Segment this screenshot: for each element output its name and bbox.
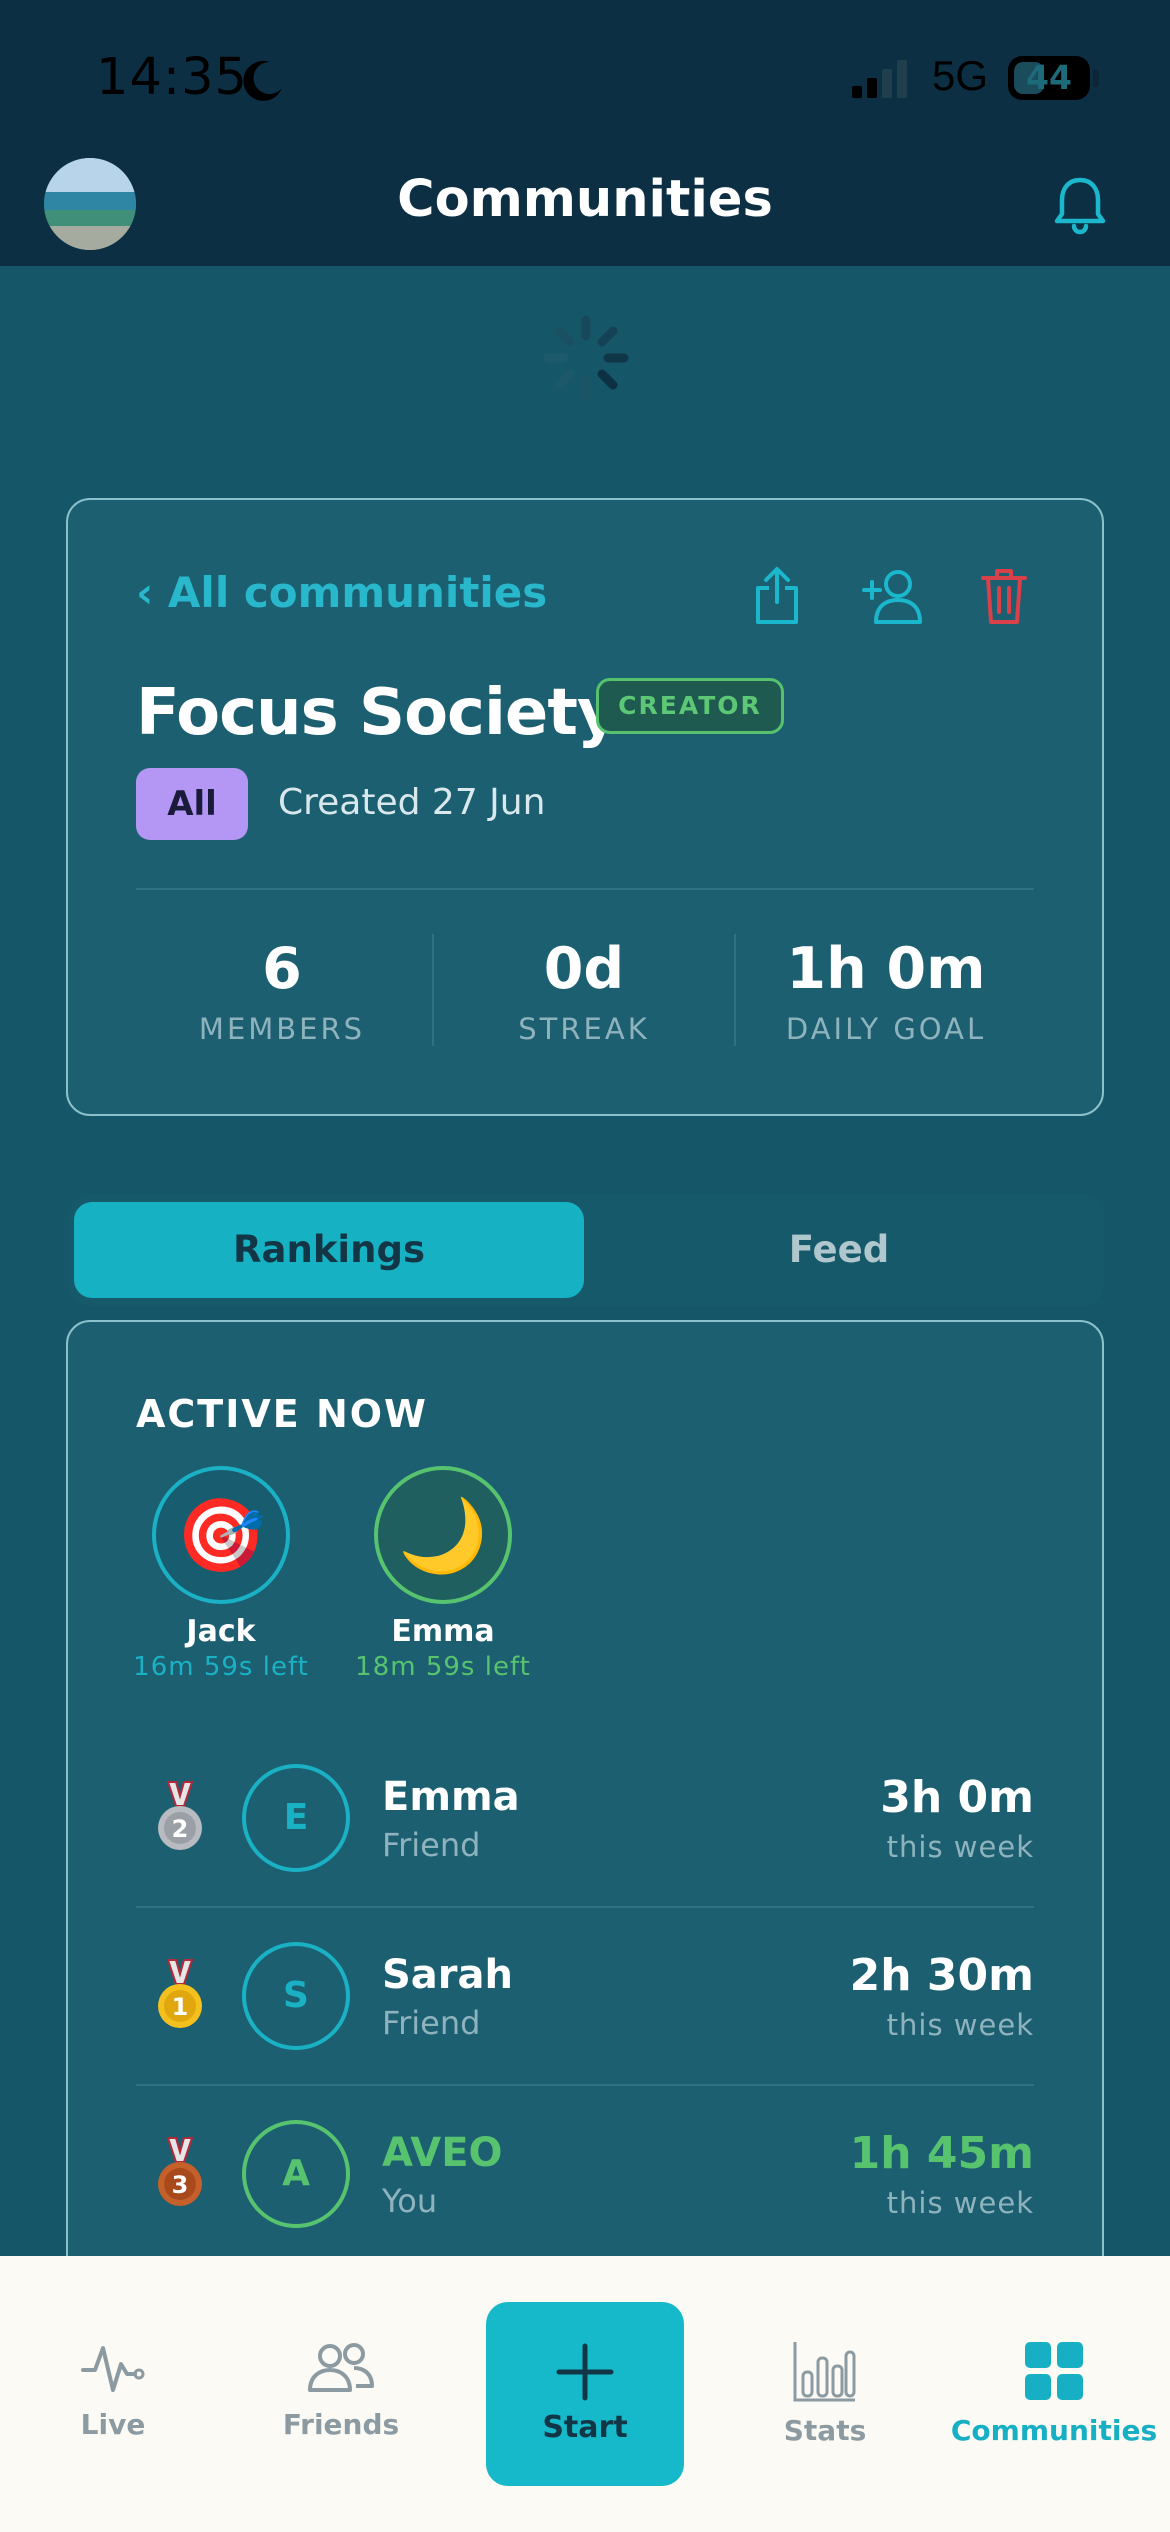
bell-icon[interactable] — [1052, 174, 1108, 236]
gold-medal-icon: 1 — [158, 1959, 202, 2028]
start-button[interactable]: Start — [486, 2302, 684, 2486]
row-divider — [136, 1906, 1034, 1908]
battery-percentage: 44 — [1026, 58, 1072, 97]
nav-live[interactable]: Live — [3, 2340, 223, 2441]
active-user-name: Emma — [391, 1614, 495, 1649]
daily-goal-label: DAILY GOAL — [785, 1012, 987, 1046]
streak-label: STREAK — [518, 1012, 650, 1046]
nav-friends[interactable]: Friends — [231, 2340, 451, 2441]
creator-badge: CREATOR — [596, 678, 784, 734]
medal-rank: 1 — [172, 1993, 189, 2021]
bronze-medal-icon: 3 — [158, 2137, 202, 2206]
active-user-emma[interactable]: 🌙 — [374, 1466, 512, 1604]
row-divider — [136, 2084, 1034, 2086]
daily-goal-value: 1h 0m — [786, 936, 986, 1002]
member-period: this week — [886, 2186, 1034, 2220]
created-date: Created 27 Jun — [278, 782, 546, 823]
pulse-icon — [81, 2346, 145, 2392]
battery-cap — [1093, 69, 1099, 87]
member-name: AVEO — [382, 2130, 503, 2176]
plus-icon — [556, 2343, 614, 2401]
loading-spinner-icon — [543, 315, 629, 401]
grid-icon — [1025, 2342, 1083, 2400]
member-name: Sarah — [382, 1952, 513, 1998]
member-time: 3h 0m — [880, 1772, 1034, 1823]
signal-icon — [852, 60, 907, 98]
member-relation: Friend — [382, 2004, 481, 2042]
member-relation: You — [382, 2182, 438, 2220]
page-title: Communities — [397, 170, 773, 229]
tab-rankings[interactable]: Rankings — [74, 1202, 584, 1298]
share-icon[interactable] — [752, 566, 802, 626]
active-user-time-left: 16m 59s left — [133, 1652, 309, 1682]
people-icon — [308, 2343, 374, 2392]
silver-medal-icon: 2 — [158, 1781, 202, 1850]
nav-communities[interactable]: Communities — [944, 2340, 1164, 2447]
nav-stats[interactable]: Stats — [715, 2340, 935, 2447]
all-communities-link[interactable]: ‹ All communities — [136, 568, 547, 617]
streak-value: 0d — [543, 936, 625, 1002]
member-time: 1h 45m — [849, 2128, 1034, 2179]
tab-feed[interactable]: Feed — [584, 1202, 1094, 1298]
target-icon: 🎯 — [176, 1493, 266, 1577]
member-period: this week — [886, 1830, 1034, 1864]
nav-label: Stats — [783, 2414, 867, 2447]
active-now-heading: ACTIVE NOW — [136, 1392, 428, 1436]
nav-label: Live — [80, 2408, 146, 2441]
member-avatar[interactable]: A — [242, 2120, 350, 2228]
member-time: 2h 30m — [849, 1950, 1034, 2001]
trash-icon[interactable] — [980, 566, 1028, 626]
add-member-icon[interactable] — [862, 568, 924, 624]
nav-label: Start — [542, 2410, 628, 2445]
bar-chart-icon — [793, 2342, 856, 2402]
member-relation: Friend — [382, 1826, 481, 1864]
nav-label: Communities — [950, 2414, 1158, 2447]
member-avatar[interactable]: E — [242, 1764, 350, 1872]
members-count: 6 — [262, 936, 302, 1002]
nav-label: Friends — [282, 2408, 400, 2441]
card-divider — [136, 888, 1034, 890]
moon-icon — [243, 60, 282, 101]
member-name: Emma — [382, 1774, 520, 1820]
active-user-jack[interactable]: 🎯 — [152, 1466, 290, 1604]
community-name: Focus Society — [136, 676, 619, 750]
member-period: this week — [886, 2008, 1034, 2042]
medal-rank: 3 — [172, 2171, 189, 2199]
active-user-name: Jack — [186, 1614, 256, 1649]
status-time: 14:35 — [96, 48, 248, 107]
member-avatar[interactable]: S — [242, 1942, 350, 2050]
active-user-time-left: 18m 59s left — [355, 1652, 531, 1682]
network-label: 5G — [932, 52, 989, 99]
filter-chip-all[interactable]: All — [136, 768, 248, 840]
moon-icon: 🌙 — [398, 1493, 488, 1577]
medal-rank: 2 — [172, 1815, 189, 1843]
members-label: MEMBERS — [198, 1012, 366, 1046]
